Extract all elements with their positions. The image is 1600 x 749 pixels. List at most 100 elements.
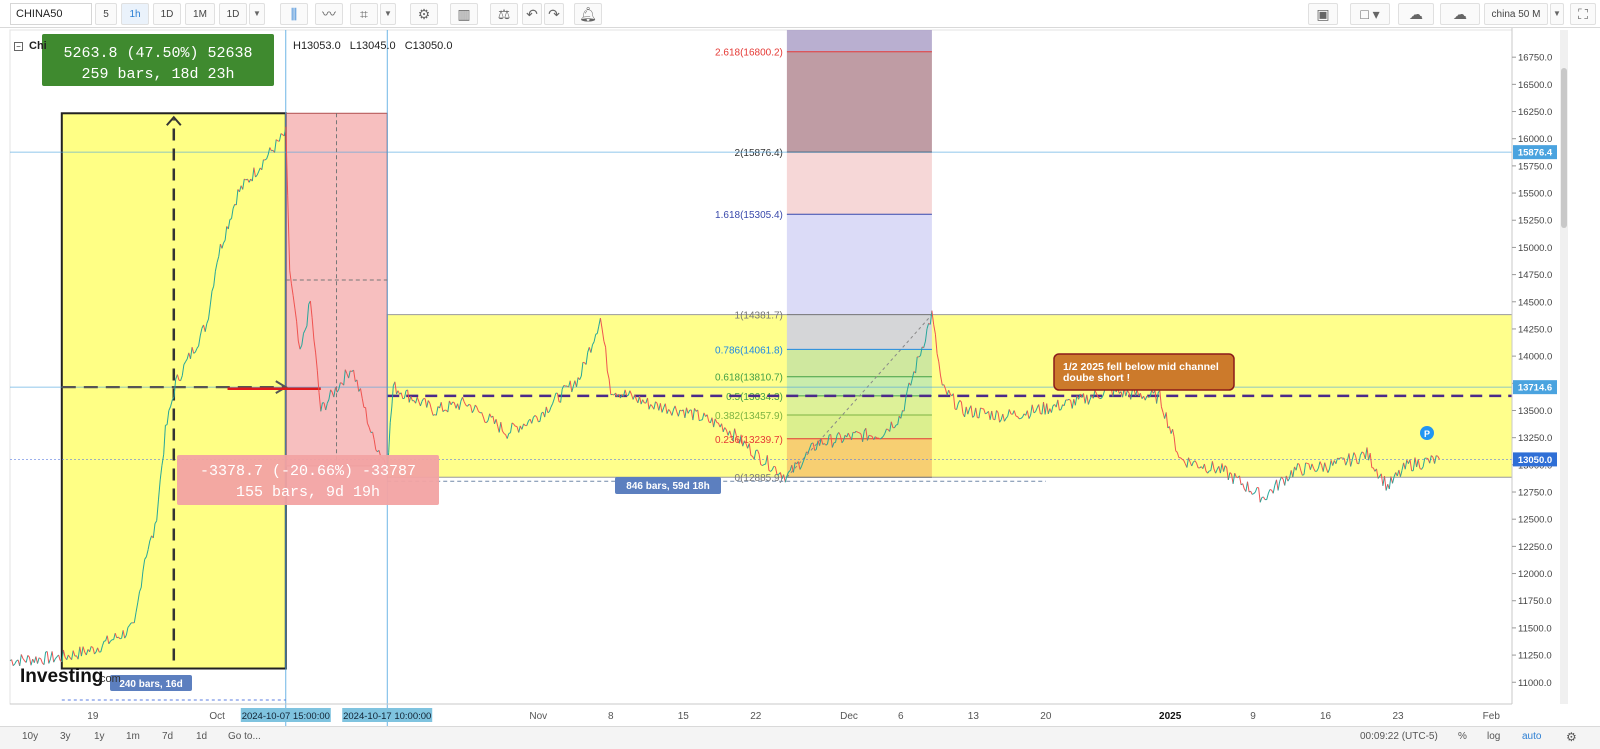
event-badge-letter: P <box>1424 429 1430 439</box>
interval-1h[interactable]: 1h <box>121 3 149 25</box>
x-tick-label: 15 <box>678 711 690 722</box>
drawing-dropdown-chevron-icon[interactable]: ▼ <box>380 3 396 25</box>
undo-icon[interactable]: ↶ <box>522 3 542 25</box>
fib-level-label: 0.382(13457.9) <box>715 411 783 422</box>
price-segment <box>563 385 566 387</box>
x-tick-label: 2024-10-17 10:00:00 <box>343 711 431 722</box>
y-tick-label: 11500.0 <box>1518 623 1552 634</box>
symbol-search-input[interactable]: CHINA50 <box>10 3 92 25</box>
scale-settings-gear-icon[interactable]: ⚙ <box>1566 730 1577 744</box>
price-segment <box>1269 489 1272 491</box>
saved-chart-select[interactable]: china 50 M <box>1484 3 1548 25</box>
price-segment <box>1148 396 1151 398</box>
x-tick-label: 13 <box>968 711 980 722</box>
price-segment <box>1302 474 1305 476</box>
clock-readout: 00:09:22 (UTC-5) <box>1360 731 1438 742</box>
goto-date-button[interactable]: Go to... <box>228 731 261 742</box>
range-label: 240 bars, 16d <box>119 679 182 690</box>
y-tick-label: 12000.0 <box>1518 569 1552 580</box>
log-scale-toggle[interactable]: log <box>1487 731 1500 742</box>
fib-level-label: 0.5(13634.3) <box>726 392 783 403</box>
fib-level-label: 0.618(13810.7) <box>715 373 783 384</box>
fib-band <box>786 415 932 439</box>
interval-1M[interactable]: 1M <box>185 3 215 25</box>
legend-high: H13053.0 <box>293 40 341 52</box>
measure-text-short: 155 bars, 9d 19h <box>236 484 380 501</box>
interval-1D[interactable]: 1D <box>153 3 181 25</box>
scrollbar-thumb[interactable] <box>1561 68 1567 228</box>
fib-band <box>786 376 932 396</box>
range-1y[interactable]: 1y <box>94 731 105 742</box>
price-segment <box>857 431 860 434</box>
cloud-load-icon[interactable]: ☁ <box>1398 3 1434 25</box>
fib-band <box>786 438 932 478</box>
redo-icon[interactable]: ↷ <box>544 3 564 25</box>
range-label: 846 bars, 59d 18h <box>626 481 709 492</box>
interval-custom[interactable]: 1D <box>219 3 247 25</box>
interval-5[interactable]: 5 <box>95 3 117 25</box>
indicators-icon[interactable]: ▥ <box>450 3 478 25</box>
range-1m[interactable]: 1m <box>126 731 140 742</box>
range-bar: 10y 3y 1y 1m 7d 1d Go to... 00:09:22 (UT… <box>0 726 1600 749</box>
x-tick-label: 19 <box>87 711 99 722</box>
interval-dropdown-chevron-icon[interactable]: ▼ <box>249 3 265 25</box>
y-axis-panel <box>1512 28 1600 726</box>
fib-level-label: 1.618(15305.4) <box>715 210 783 221</box>
y-tick-label: 16750.0 <box>1518 53 1552 64</box>
cloud-save-icon[interactable]: ☁ <box>1440 3 1480 25</box>
y-tick-label: 14500.0 <box>1518 297 1552 308</box>
price-segment <box>119 637 122 640</box>
y-tick-label: 16250.0 <box>1518 107 1552 118</box>
investing-logo-suffix: .com <box>97 673 121 685</box>
screenshot-camera-icon[interactable]: ▣ <box>1308 3 1338 25</box>
x-tick-label: 8 <box>608 711 614 722</box>
layout-select-icon[interactable]: □ ▾ <box>1350 3 1390 25</box>
saved-chart-chevron-icon[interactable]: ▼ <box>1550 3 1564 25</box>
range-10y[interactable]: 10y <box>22 731 38 742</box>
drawing-tools-icon[interactable]: ⌗ <box>350 3 378 25</box>
compare-scale-icon[interactable]: ⚖ <box>490 3 518 25</box>
settings-gear-icon[interactable]: ⚙ <box>410 3 438 25</box>
price-segment <box>1059 409 1062 411</box>
price-segment <box>340 382 343 384</box>
investing-logo: Investing <box>20 666 103 687</box>
y-tick-label: 12500.0 <box>1518 515 1552 526</box>
range-3y[interactable]: 3y <box>60 731 71 742</box>
range-1d[interactable]: 1d <box>196 731 207 742</box>
line-chart-icon[interactable]: 〰 <box>315 3 343 25</box>
price-tag-label: 13714.6 <box>1518 383 1552 394</box>
fib-band <box>786 30 932 52</box>
fib-band <box>786 314 932 350</box>
x-tick-label: 20 <box>1040 711 1052 722</box>
price-segment <box>1426 457 1429 460</box>
fib-band <box>786 152 932 215</box>
legend-symbol: Chi <box>29 40 47 52</box>
legend-close: C13050.0 <box>404 40 453 52</box>
collapse-icon[interactable]: − <box>14 41 23 51</box>
price-tag-label: 15876.4 <box>1518 148 1553 159</box>
fullscreen-icon[interactable]: ⛶ <box>1570 3 1596 25</box>
x-tick-label: 16 <box>1320 711 1332 722</box>
range-7d[interactable]: 7d <box>162 731 173 742</box>
measure-text-long: 5263.8 (47.50%) 52638 <box>63 45 252 62</box>
price-segment <box>1340 457 1343 459</box>
percent-scale-toggle[interactable]: % <box>1458 731 1467 742</box>
candles-icon[interactable]: ⫼ <box>280 3 308 25</box>
y-tick-label: 16000.0 <box>1518 134 1552 145</box>
legend-ohlc: − Chi <box>14 40 53 52</box>
y-tick-label: 14000.0 <box>1518 352 1552 363</box>
price-segment <box>886 428 889 431</box>
chart-toolbar: CHINA50 5 1h 1D 1M 1D ▼ ⫼ 〰 ⌗ ▼ ⚙ ▥ ⚖ ↶ … <box>0 0 1600 28</box>
price-chart[interactable]: 2.618(16800.2) 2(15876.4) 1.618(15305.4) 1(… <box>0 28 1600 726</box>
x-tick-label: 6 <box>898 711 904 722</box>
alert-bell-icon[interactable]: 🔔︎ <box>574 3 602 25</box>
price-segment <box>1436 455 1439 457</box>
fib-level-label: 0.786(14061.8) <box>715 345 783 356</box>
y-tick-label: 11000.0 <box>1518 678 1552 689</box>
fib-band <box>786 395 932 416</box>
fib-level-label: 2(15876.4) <box>735 148 783 159</box>
x-tick-label: 22 <box>750 711 762 722</box>
price-segment <box>1337 457 1340 460</box>
auto-scale-toggle[interactable]: auto <box>1522 731 1541 742</box>
fib-level-label: 0(12885.9) <box>735 473 783 484</box>
